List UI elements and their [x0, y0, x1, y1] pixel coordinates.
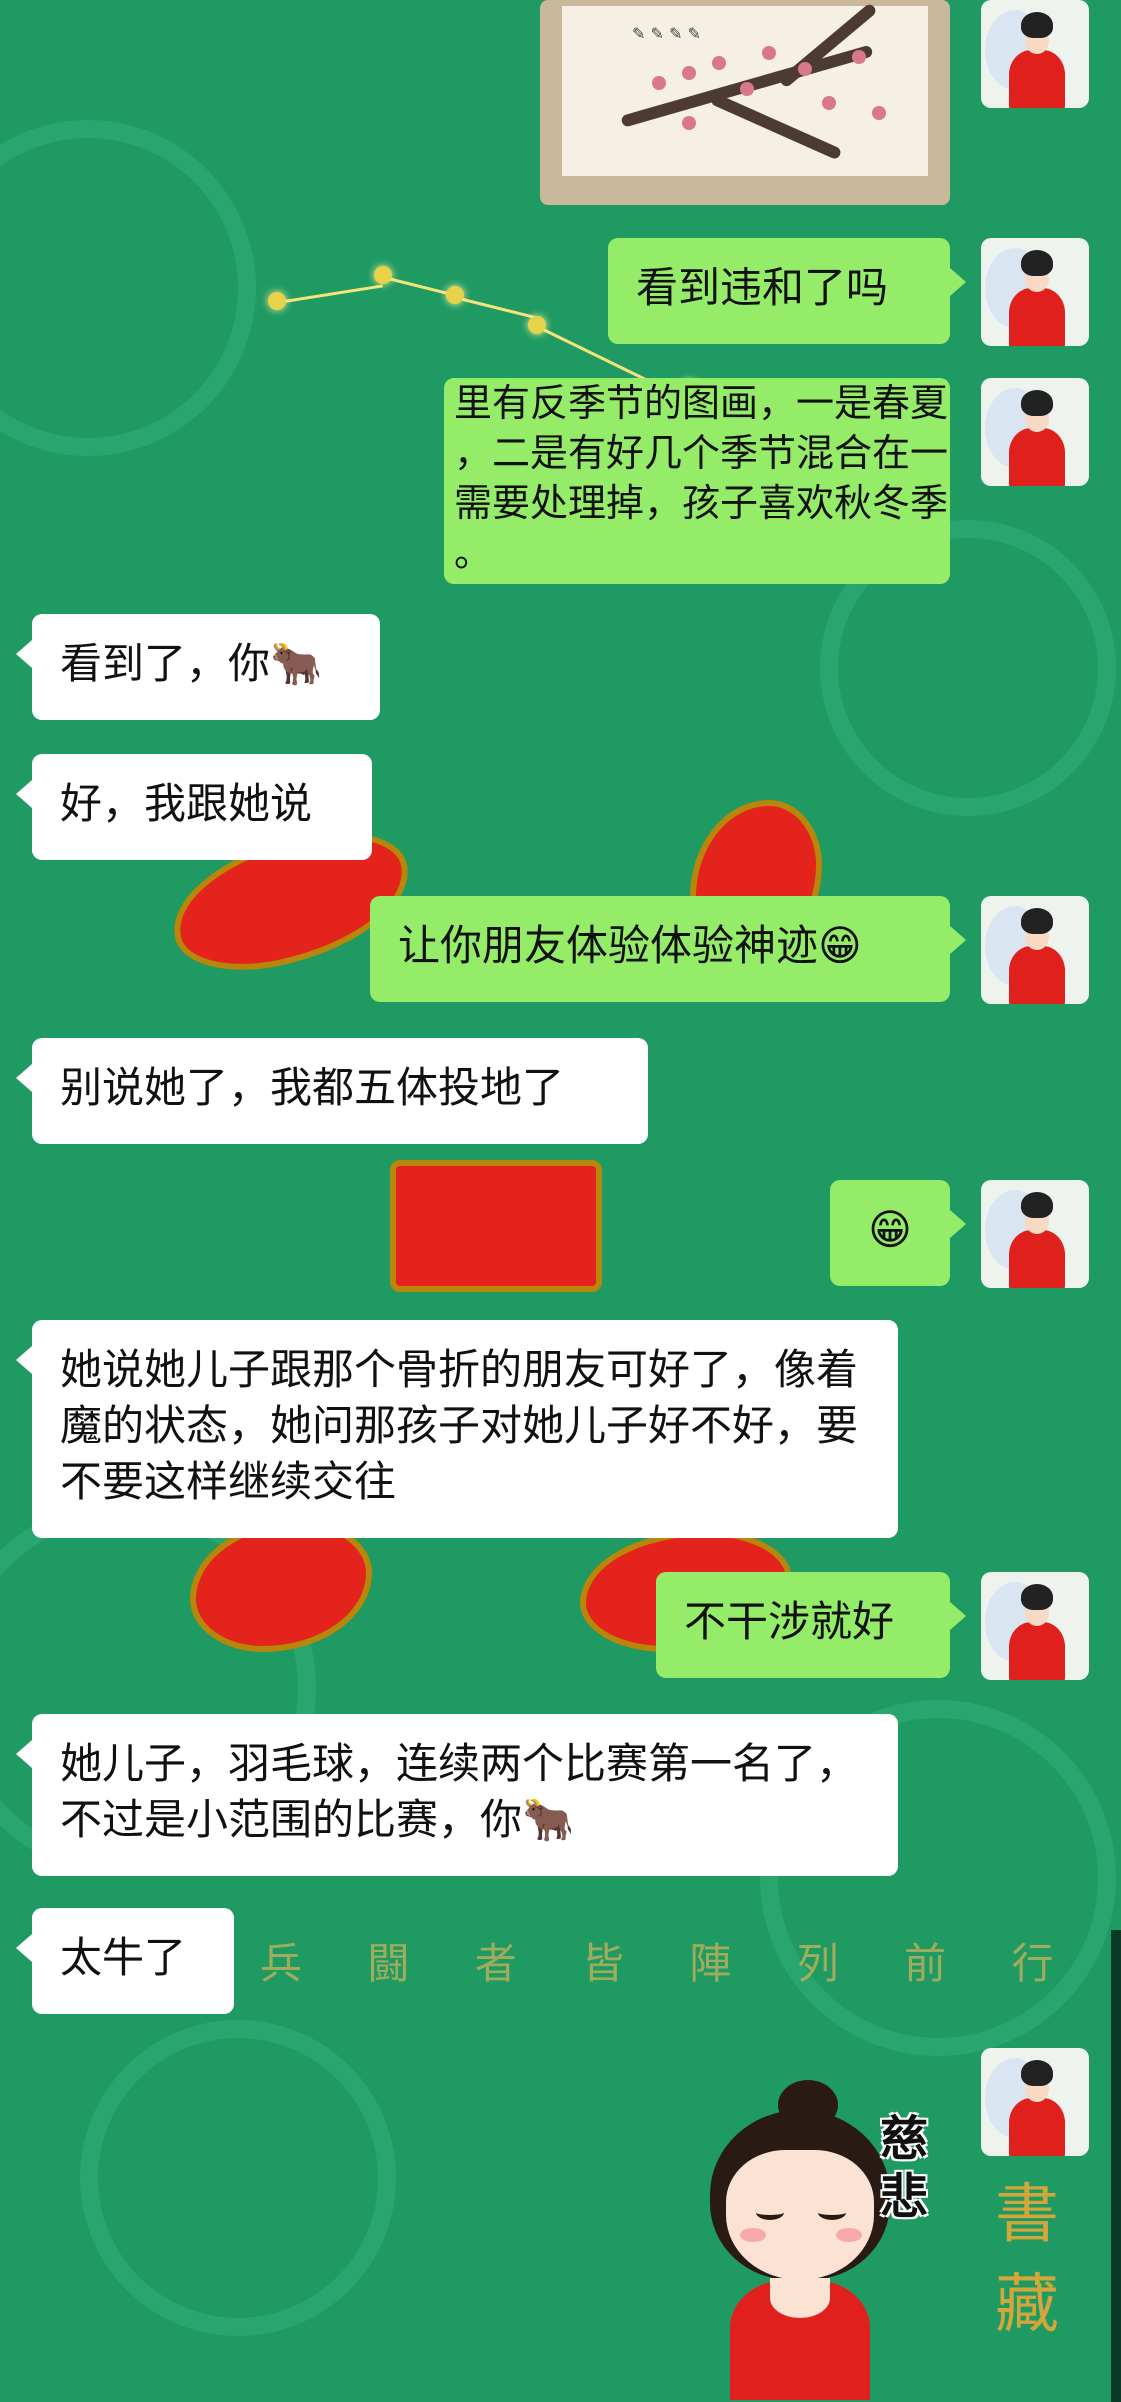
red-seal-ornament	[390, 1160, 602, 1292]
message-in[interactable]: 她说她儿子跟那个骨折的朋友可好了，像着魔的状态，她问那孩子对她儿子好不好，要不要…	[16, 1320, 898, 1538]
clipped-message-text: 里有反季节的图画，一是春夏 ，二是有好几个季节混合在一 需要处理掉，孩子喜欢秋冬…	[454, 381, 949, 575]
constellation-line	[454, 296, 537, 320]
sticker-label: 慈悲	[880, 2111, 929, 2225]
message-in[interactable]: 好，我跟她说	[16, 754, 372, 860]
scroll-edge	[1111, 1930, 1121, 2402]
sticker-message[interactable]: 慈悲	[690, 2080, 950, 2400]
chat-background: 兵 闘 者 皆 陣 列 前 行 書 藏	[0, 0, 1121, 2402]
constellation-star	[268, 292, 286, 310]
sender-avatar[interactable]	[981, 238, 1089, 346]
sticker-cheek	[836, 2228, 862, 2242]
message-in[interactable]: 别说她了，我都五体投地了	[16, 1038, 648, 1144]
image-message[interactable]: ✎ ✎ ✎ ✎	[540, 0, 950, 205]
sender-avatar[interactable]	[981, 896, 1089, 1004]
message-out[interactable]: 看到违和了吗	[608, 238, 966, 344]
constellation-star	[446, 286, 464, 304]
sticker-eye	[818, 2205, 846, 2220]
plum-blossom-painting: ✎ ✎ ✎ ✎	[562, 2, 928, 176]
bg-swirl	[0, 120, 256, 456]
sender-avatar[interactable]	[981, 1572, 1089, 1680]
painting-inscription: ✎ ✎ ✎ ✎	[632, 24, 701, 43]
side-glyphs: 書 藏	[995, 2178, 1059, 2342]
sticker-hands	[770, 2278, 830, 2318]
sender-avatar[interactable]	[981, 378, 1089, 486]
sender-avatar[interactable]	[981, 2048, 1089, 2156]
sticker-cheek	[740, 2228, 766, 2242]
message-in[interactable]: 她儿子，羽毛球，连续两个比赛第一名了，不过是小范围的比赛，你🐂	[16, 1714, 898, 1876]
message-out[interactable]: 不干涉就好	[656, 1572, 966, 1678]
watermark-line: 兵 闘 者 皆 陣 列 前 行	[260, 1939, 1080, 1988]
bg-swirl	[80, 2020, 396, 2336]
constellation-star	[528, 316, 546, 334]
message-out[interactable]: 让你朋友体验体验神迹😁	[370, 896, 966, 1002]
sticker-face	[726, 2150, 874, 2280]
constellation-line	[277, 284, 383, 304]
message-out[interactable]: 😁	[830, 1180, 966, 1286]
message-in[interactable]: 太牛了	[16, 1908, 234, 2014]
sticker-eye	[756, 2205, 784, 2220]
constellation-line	[383, 276, 455, 297]
sender-avatar[interactable]	[981, 0, 1089, 108]
sender-avatar[interactable]	[981, 1180, 1089, 1288]
message-in[interactable]: 看到了，你🐂	[16, 614, 380, 720]
message-out-clipped[interactable]: 里有反季节的图画，一是春夏 ，二是有好几个季节混合在一 需要处理掉，孩子喜欢秋冬…	[444, 378, 950, 584]
constellation-star	[374, 266, 392, 284]
